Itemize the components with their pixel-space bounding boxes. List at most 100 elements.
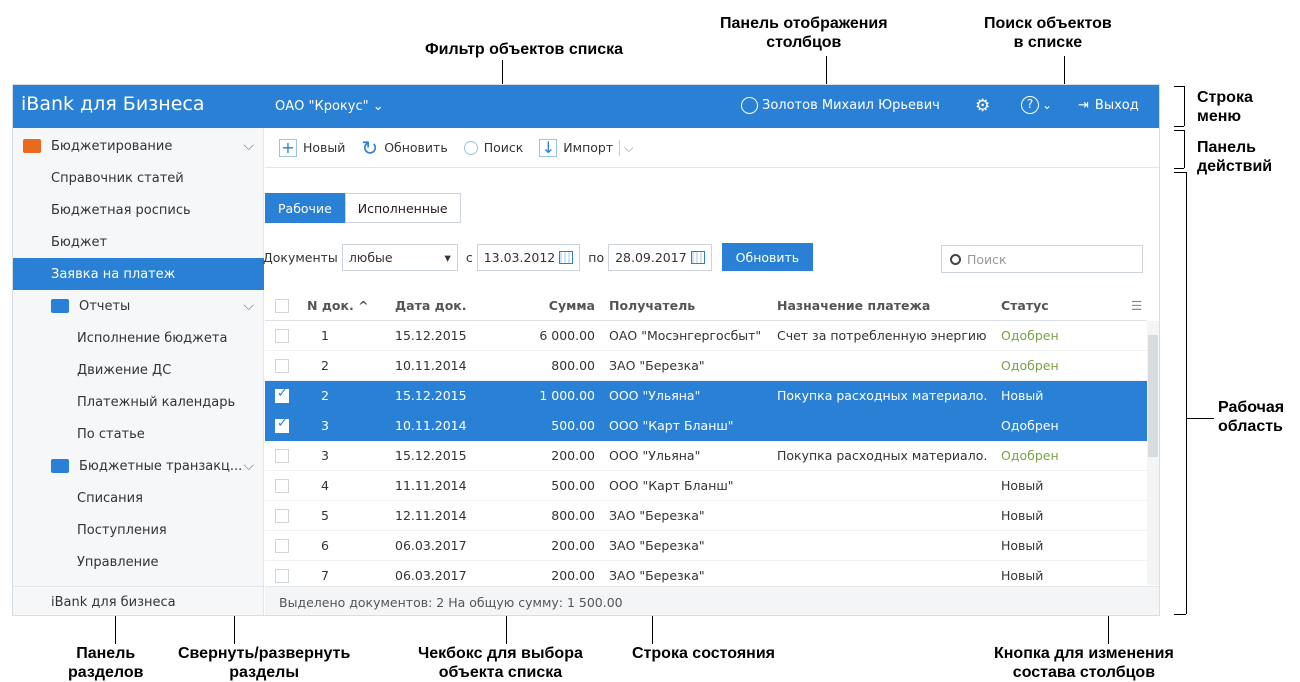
callout-work-area: Рабочая область <box>1218 399 1285 435</box>
from-date-field[interactable]: 13.03.2012 <box>476 243 581 271</box>
callout-menubar: Строка меню <box>1197 89 1253 125</box>
table-row[interactable]: 3 15.12.2015 200.00 ООО "Ульяна" Покупка рас… <box>265 441 1147 471</box>
row-checkbox[interactable] <box>275 509 289 523</box>
sidebar-item-cashflow[interactable]: Движение ДС <box>13 354 264 386</box>
cell-sum: 500.00 <box>551 418 595 433</box>
search-icon <box>463 140 478 155</box>
row-checkbox[interactable] <box>275 449 289 463</box>
briefcase-icon <box>23 139 41 153</box>
row-checkbox[interactable] <box>275 569 289 583</box>
col-date[interactable]: Дата док. <box>395 291 467 321</box>
logout-icon: ⇥ <box>1078 98 1089 113</box>
tab-executed[interactable]: Исполненные <box>344 193 461 223</box>
sidebar-item-writeoffs[interactable]: Списания <box>13 482 264 514</box>
row-checkbox[interactable] <box>275 539 289 553</box>
sidebar-item-budget-exec[interactable]: Исполнение бюджета <box>13 322 264 354</box>
chevron-down-icon[interactable]: ⌵ <box>243 458 254 474</box>
table-row[interactable]: 3 10.11.2014 500.00 ООО "Карт Бланш" Одобрен <box>265 411 1147 441</box>
cell-status: Одобрен <box>1001 358 1059 373</box>
docs-select[interactable]: любые ▾ <box>341 243 458 271</box>
table-row[interactable]: 4 11.11.2014 500.00 ООО "Карт Бланш" Новый <box>265 471 1147 501</box>
refresh-button[interactable]: ↻ Обновить <box>361 136 447 160</box>
sidebar-item-payment-calendar[interactable]: Платежный календарь <box>13 386 264 418</box>
sidebar-item-budget-transactions[interactable]: Бюджетные транзакц... ⌵ <box>13 450 264 482</box>
to-date-field[interactable]: 28.09.2017 <box>608 243 712 271</box>
sidebar-item-budget[interactable]: Бюджет <box>13 226 264 258</box>
plus-icon: + <box>279 138 297 157</box>
org-selector[interactable]: ОАО "Крокус" ⌄ <box>275 99 384 114</box>
new-button[interactable]: + Новый <box>279 138 345 157</box>
scrollbar-thumb[interactable] <box>1148 335 1158 457</box>
callout-checkbox: Чекбокс для выбора объекта списка <box>418 645 583 681</box>
import-icon: ↓ <box>539 138 558 157</box>
cell-payee: ЗАО "Березка" <box>609 538 705 553</box>
leader-work-bracket-v <box>1186 172 1187 614</box>
cell-date: 11.11.2014 <box>395 478 467 493</box>
table-row[interactable]: 2 10.11.2014 800.00 ЗАО "Березка" Одобрен <box>265 351 1147 381</box>
gear-icon[interactable]: ⚙ <box>975 96 990 116</box>
leader-actions-bracket-v <box>1184 130 1185 168</box>
row-checkbox[interactable] <box>275 329 289 343</box>
cell-number: 4 <box>321 478 329 493</box>
sidebar-footer: iBank для бизнеса <box>13 586 264 615</box>
cell-number: 1 <box>321 328 329 343</box>
cell-purpose <box>777 531 987 561</box>
select-all-checkbox[interactable] <box>275 299 289 313</box>
table-row[interactable]: 5 12.11.2014 800.00 ЗАО "Березка" Новый <box>265 501 1147 531</box>
sidebar-item-management[interactable]: Управление <box>13 546 264 578</box>
cell-date: 12.11.2014 <box>395 508 467 523</box>
cell-status: Новый <box>1001 478 1044 493</box>
table-row[interactable]: 6 06.03.2017 200.00 ЗАО "Березка" Новый <box>265 531 1147 561</box>
row-checkbox[interactable] <box>275 359 289 373</box>
table-row[interactable]: 1 15.12.2015 6 000.00 ОАО "Мосэнгергосбыт" С… <box>265 321 1147 351</box>
sidebar-item-receipts[interactable]: Поступления <box>13 514 264 546</box>
row-checkbox[interactable] <box>275 416 289 433</box>
cell-number: 3 <box>321 418 329 433</box>
document-table: N док. ^ Дата док. Сумма Получатель Назн… <box>265 291 1159 591</box>
cell-date: 15.12.2015 <box>395 328 467 343</box>
cell-purpose: Счет за потребленную энергию <box>777 328 987 343</box>
col-purpose[interactable]: Назначение платежа <box>777 291 930 321</box>
import-button[interactable]: ↓ Импорт ⌵ <box>539 138 634 157</box>
cell-payee: ЗАО "Березка" <box>609 508 705 523</box>
search-input[interactable]: Поиск <box>941 245 1143 273</box>
columns-menu-icon[interactable]: ☰ <box>1131 291 1142 321</box>
list-filter: Документы любые ▾ с 13.03.2012 по 28.09.2… <box>263 243 814 271</box>
chevron-down-icon[interactable]: ⌵ <box>243 298 254 314</box>
sidebar-item-budgeting[interactable]: Бюджетирование ⌵ <box>13 130 264 162</box>
user-profile[interactable]: Золотов Михаил Юрьевич <box>741 97 940 114</box>
cell-sum: 500.00 <box>551 478 595 493</box>
col-sum[interactable]: Сумма <box>515 291 595 321</box>
sidebar-item-articles[interactable]: Справочник статей <box>13 162 264 194</box>
calendar-icon[interactable] <box>559 250 574 264</box>
sidebar-item-by-article[interactable]: По статье <box>13 418 264 450</box>
cell-payee: ЗАО "Березка" <box>609 358 705 373</box>
table-row[interactable]: 2 15.12.2015 1 000.00 ООО "Ульяна" Покупка р… <box>265 381 1147 411</box>
col-status[interactable]: Статус <box>1001 291 1049 321</box>
caret-down-icon: ▾ <box>444 249 451 265</box>
apply-filter-button[interactable]: Обновить <box>721 243 814 271</box>
menu-bar: iBank для Бизнеса ОАО "Крокус" ⌄ Золотов… <box>13 85 1159 128</box>
cell-purpose <box>777 411 987 441</box>
row-checkbox[interactable] <box>275 479 289 493</box>
tab-working[interactable]: Рабочие <box>265 193 345 223</box>
cell-sum: 200.00 <box>551 448 595 463</box>
scrollbar[interactable] <box>1147 321 1159 585</box>
callout-columns-panel: Панель отображения столбцов <box>720 15 888 51</box>
calendar-icon[interactable] <box>690 250 705 264</box>
search-button[interactable]: Поиск <box>463 140 523 155</box>
help-icon[interactable]: ? ⌄ <box>1021 96 1052 114</box>
sidebar-item-budget-list[interactable]: Бюджетная роспись <box>13 194 264 226</box>
logout-button[interactable]: ⇥ Выход <box>1078 98 1139 113</box>
docs-label: Документы <box>263 249 338 265</box>
row-checkbox[interactable] <box>275 386 289 403</box>
chevron-down-icon[interactable]: ⌵ <box>243 138 254 154</box>
sidebar-item-payment-request[interactable]: Заявка на платеж <box>13 258 264 290</box>
cell-date: 15.12.2015 <box>395 388 467 403</box>
tab-bar: Рабочие Исполненные <box>265 193 461 223</box>
col-number[interactable]: N док. ^ <box>307 291 369 321</box>
sidebar-item-reports[interactable]: Отчеты ⌵ <box>13 290 264 322</box>
chevron-down-icon[interactable]: ⌵ <box>619 139 634 156</box>
refresh-icon: ↻ <box>361 135 379 160</box>
col-payee[interactable]: Получатель <box>609 291 695 321</box>
